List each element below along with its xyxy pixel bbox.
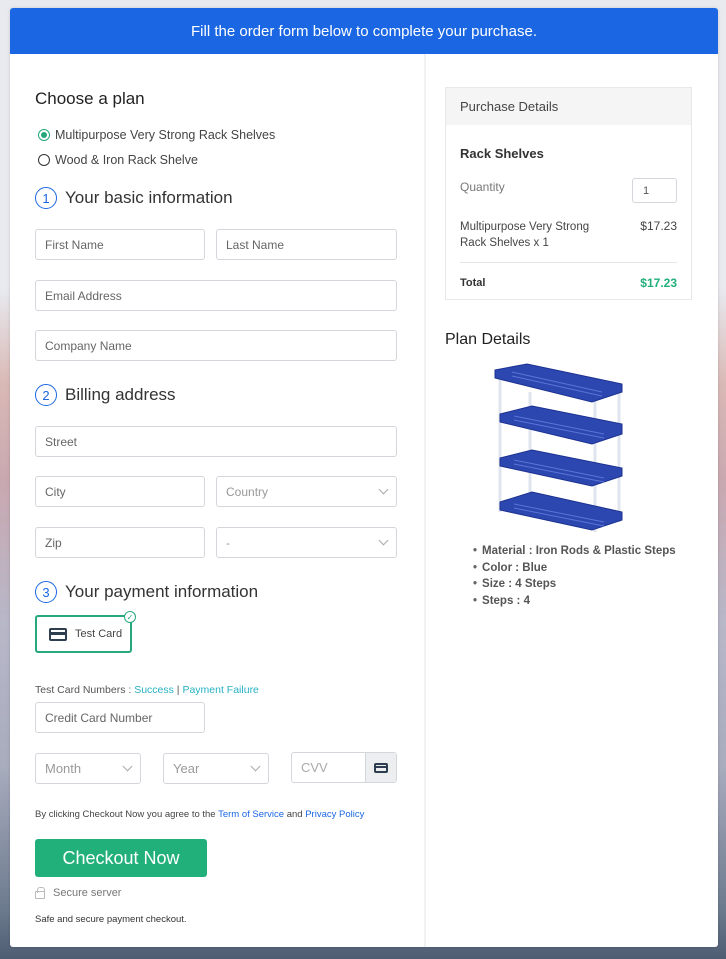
plan-option-wood-iron[interactable]: Wood & Iron Rack Shelve (38, 153, 198, 167)
plan-option-label: Multipurpose Very Strong Rack Shelves (55, 128, 276, 142)
test-card-label: Test Card (75, 628, 123, 640)
terms-link[interactable]: Term of Service (218, 809, 284, 820)
radio-selected-icon[interactable] (38, 129, 50, 141)
quantity-input[interactable]: 1 (632, 178, 677, 203)
street-input[interactable]: Street (35, 426, 397, 457)
test-card-numbers: Test Card Numbers : Success | Payment Fa… (35, 684, 259, 696)
purchase-details-heading: Purchase Details (446, 88, 691, 125)
email-input[interactable]: Email Address (35, 280, 397, 311)
line-item-price: $17.23 (640, 219, 677, 233)
month-select-value: Month (45, 761, 82, 776)
agreement-and: and (284, 809, 306, 820)
company-input[interactable]: Company Name (35, 330, 397, 361)
payment-title: Your payment information (65, 582, 259, 601)
plan-option-label: Wood & Iron Rack Shelve (55, 153, 198, 167)
payment-failure-link[interactable]: Payment Failure (182, 684, 258, 696)
state-select-value: - (226, 535, 230, 550)
country-select-value: Country (226, 484, 269, 499)
credit-card-icon (49, 627, 67, 641)
step-3-icon: 3 (35, 581, 57, 603)
spec-size: Size : 4 Steps (473, 576, 676, 593)
choose-plan-heading: Choose a plan (35, 89, 145, 108)
test-card-option[interactable]: Test Card ✓ (35, 611, 136, 653)
plan-option-multipurpose[interactable]: Multipurpose Very Strong Rack Shelves (38, 128, 275, 142)
spec-color: Color : Blue (473, 560, 676, 577)
privacy-link[interactable]: Privacy Policy (305, 809, 364, 820)
step-1-icon: 1 (35, 187, 57, 209)
check-circle-icon: ✓ (124, 611, 136, 623)
credit-card-icon (374, 762, 388, 773)
spec-steps: Steps : 4 (473, 593, 676, 610)
secure-server-label: Secure server (53, 887, 122, 899)
city-input[interactable]: City (35, 476, 205, 507)
billing-title: Billing address (65, 385, 176, 404)
cvv-help-button[interactable] (365, 753, 396, 782)
state-select[interactable]: - (216, 527, 397, 558)
test-card-numbers-label: Test Card Numbers : (35, 684, 135, 696)
purchase-details-card: Purchase Details Rack Shelves Quantity 1… (445, 87, 692, 300)
month-select[interactable]: Month (35, 753, 141, 784)
country-select[interactable]: Country (216, 476, 397, 507)
total-value: $17.23 (640, 276, 677, 290)
basic-info-title: Your basic information (65, 188, 233, 207)
step-2-icon: 2 (35, 384, 57, 406)
plan-details-heading: Plan Details (445, 331, 531, 348)
zip-input[interactable]: Zip (35, 527, 205, 558)
chevron-down-icon (250, 761, 261, 772)
safe-checkout-text: Safe and secure payment checkout. (35, 914, 187, 925)
total-label: Total (460, 277, 486, 289)
year-select-value: Year (173, 761, 200, 776)
cvv-input[interactable]: CVV (291, 752, 397, 783)
header-banner: Fill the order form below to complete yo… (10, 8, 718, 54)
radio-unselected-icon[interactable] (38, 154, 50, 166)
chevron-down-icon (122, 761, 133, 772)
chevron-down-icon (378, 484, 389, 495)
year-select[interactable]: Year (163, 753, 269, 784)
order-form-page: Fill the order form below to complete yo… (10, 8, 718, 947)
lock-icon (35, 886, 45, 899)
success-link[interactable]: Success (134, 684, 174, 696)
payment-heading: 3 Your payment information (35, 581, 258, 603)
plan-specs-list: Material : Iron Rods & Plastic Steps Col… (473, 543, 676, 609)
summary-divider (460, 262, 677, 263)
checkout-button[interactable]: Checkout Now (35, 839, 207, 877)
billing-heading: 2 Billing address (35, 384, 176, 406)
secure-server-note: Secure server (35, 886, 122, 899)
chevron-down-icon (378, 535, 389, 546)
quantity-label: Quantity (460, 180, 505, 194)
summary-column: Purchase Details Rack Shelves Quantity 1… (426, 54, 718, 947)
product-title: Rack Shelves (460, 146, 544, 161)
first-name-input[interactable]: First Name (35, 229, 205, 260)
basic-info-heading: 1 Your basic information (35, 187, 233, 209)
line-item-label: Multipurpose Very Strong Rack Shelves x … (460, 221, 590, 249)
agreement-text: By clicking Checkout Now you agree to th… (35, 809, 364, 820)
spec-material: Material : Iron Rods & Plastic Steps (473, 543, 676, 560)
agreement-prefix: By clicking Checkout Now you agree to th… (35, 809, 219, 820)
form-column: Choose a plan Multipurpose Very Strong R… (10, 54, 424, 947)
card-number-input[interactable]: Credit Card Number (35, 702, 205, 733)
last-name-input[interactable]: Last Name (216, 229, 397, 260)
cvv-placeholder: CVV (301, 760, 328, 775)
rack-shelves-image (494, 363, 623, 532)
